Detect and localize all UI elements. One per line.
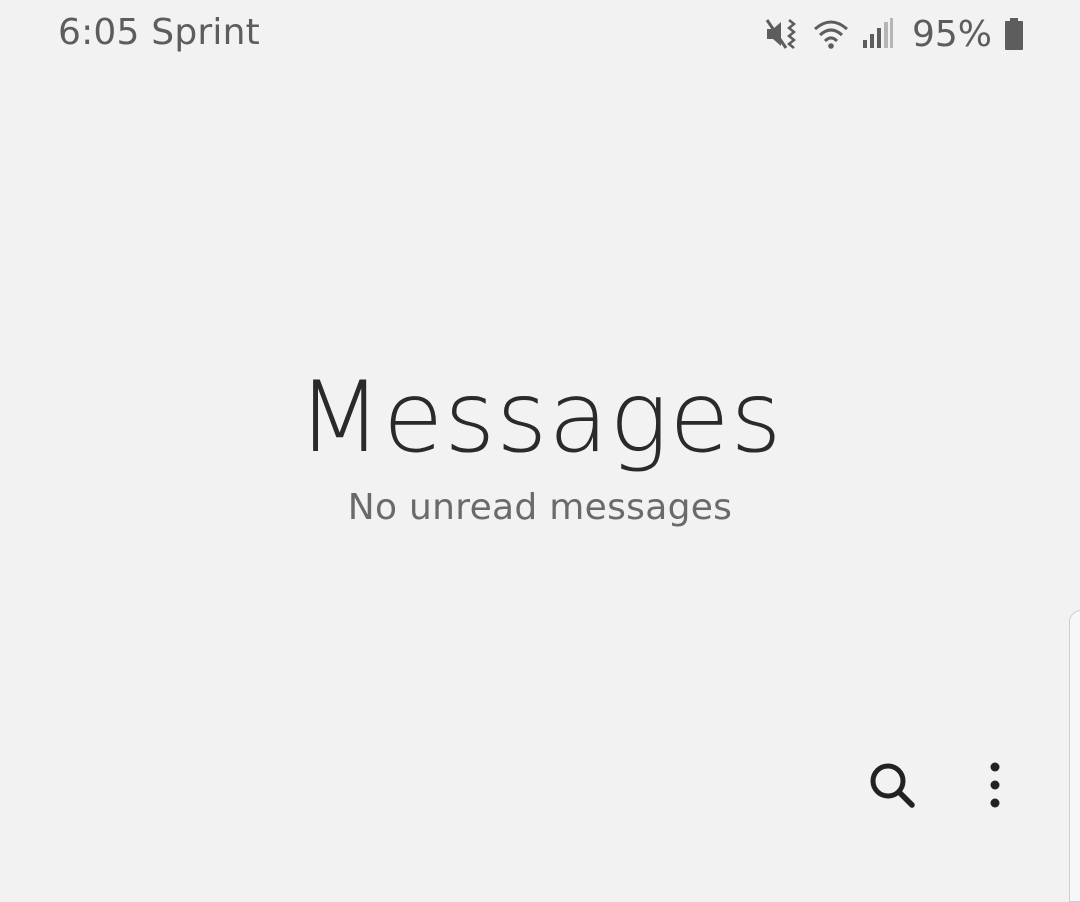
more-options-button[interactable] xyxy=(955,747,1035,827)
page-title: Messages xyxy=(297,361,783,475)
battery-icon xyxy=(1004,16,1024,52)
mute-vibrate-icon xyxy=(764,16,800,52)
status-bar: 6:05 Sprint 95% xyxy=(0,0,1080,70)
more-options-icon xyxy=(985,761,1005,813)
search-button[interactable] xyxy=(852,747,932,827)
wifi-icon xyxy=(812,16,850,52)
search-icon xyxy=(867,760,917,814)
battery-percent: 95% xyxy=(911,13,992,55)
unread-status: No unread messages xyxy=(347,486,733,528)
header: Messages No unread messages xyxy=(0,361,1080,528)
signal-icon xyxy=(862,16,894,52)
status-time-carrier: 6:05 Sprint xyxy=(58,12,260,53)
status-indicators: 95% xyxy=(764,12,1024,56)
edge-panel-handle[interactable] xyxy=(1069,610,1080,902)
